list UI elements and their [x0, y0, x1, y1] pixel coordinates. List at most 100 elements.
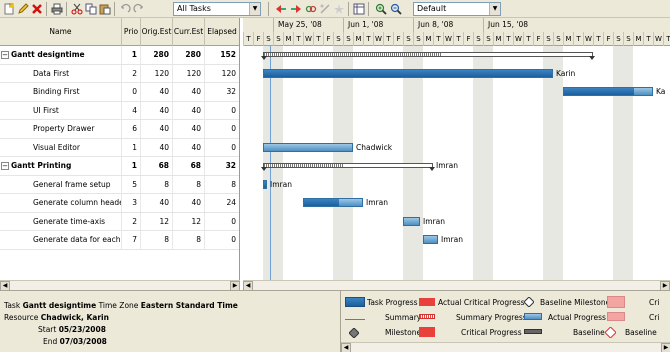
cell-name[interactable]: Generate time-axis: [0, 212, 122, 231]
cell-prio[interactable]: 2: [122, 212, 141, 231]
grid-horizontal-scrollbar[interactable]: ◀ ▶: [0, 280, 240, 291]
cell-name[interactable]: Generate column header: [0, 194, 122, 212]
cell-name[interactable]: Gantt designtime: [0, 46, 122, 64]
cell-orig[interactable]: 40: [141, 120, 173, 138]
table-row[interactable]: Data First 2 120 120 120: [0, 64, 239, 83]
cell-elapsed[interactable]: 0: [205, 231, 239, 249]
cell-orig[interactable]: 8: [141, 175, 173, 194]
scroll-right-icon[interactable]: ▶: [661, 343, 670, 352]
unlink-icon[interactable]: [318, 2, 332, 16]
scroll-left-icon[interactable]: ◀: [341, 343, 351, 352]
table-row[interactable]: Generate column header 3 40 40 24: [0, 194, 239, 213]
delete-icon[interactable]: [30, 2, 44, 16]
cell-elapsed[interactable]: 32: [205, 83, 239, 101]
cut-icon[interactable]: [70, 2, 84, 16]
chart-horizontal-scrollbar[interactable]: ◀ ▶: [243, 280, 670, 291]
cell-curr[interactable]: 40: [173, 120, 205, 138]
cell-curr[interactable]: 120: [173, 64, 205, 83]
collapse-icon[interactable]: −: [1, 162, 9, 170]
task-filter-select[interactable]: All Tasks ▼: [173, 2, 261, 16]
column-header-orig-est[interactable]: Orig.Est: [141, 18, 173, 46]
cell-elapsed[interactable]: 8: [205, 176, 239, 194]
cell-prio[interactable]: 5: [122, 175, 141, 194]
cell-name[interactable]: General frame setup: [0, 175, 122, 194]
cell-prio[interactable]: 4: [122, 101, 141, 120]
task-bar[interactable]: [263, 179, 267, 189]
table-row[interactable]: Property Drawer 6 40 40 0: [0, 120, 239, 139]
task-bar[interactable]: [263, 68, 553, 78]
cell-curr[interactable]: 40: [173, 194, 205, 212]
cell-curr[interactable]: 40: [173, 83, 205, 101]
table-row[interactable]: Gantt designtime 1 280 280 152−: [0, 46, 239, 65]
cell-name[interactable]: Binding First: [0, 83, 122, 101]
summary-bar[interactable]: [261, 163, 435, 172]
zoom-in-icon[interactable]: [374, 2, 388, 16]
cell-elapsed[interactable]: 0: [205, 213, 239, 231]
task-bar[interactable]: [263, 142, 353, 152]
cell-orig[interactable]: 8: [141, 231, 173, 249]
table-row[interactable]: UI First 4 40 40 0: [0, 101, 239, 120]
cell-prio[interactable]: 3: [122, 194, 141, 212]
cell-orig[interactable]: 40: [141, 194, 173, 212]
task-bar[interactable]: [423, 235, 438, 245]
star-icon[interactable]: [332, 2, 346, 16]
cell-name[interactable]: Visual Editor: [0, 138, 122, 157]
view-select[interactable]: Default ▼: [413, 2, 501, 16]
cell-prio[interactable]: 0: [122, 83, 141, 101]
cell-curr[interactable]: 68: [173, 157, 205, 175]
cell-curr[interactable]: 40: [173, 138, 205, 157]
cell-elapsed[interactable]: 0: [205, 139, 239, 157]
cell-curr[interactable]: 8: [173, 175, 205, 194]
link-icon[interactable]: [304, 2, 318, 16]
edit-icon[interactable]: [16, 2, 30, 16]
task-bar[interactable]: [303, 198, 363, 208]
copy-icon[interactable]: [84, 2, 98, 16]
table-row[interactable]: Visual Editor 1 40 40 0: [0, 138, 239, 157]
cell-orig[interactable]: 68: [141, 157, 173, 175]
cell-elapsed[interactable]: 120: [205, 65, 239, 83]
zoom-out-icon[interactable]: [389, 2, 403, 16]
chevron-down-icon[interactable]: ▼: [249, 3, 260, 15]
paste-icon[interactable]: [98, 2, 112, 16]
cell-prio[interactable]: 1: [122, 46, 141, 64]
column-header-name[interactable]: Name: [0, 18, 122, 46]
gantt-chart[interactable]: TFSSMTWTFSSMTWTFSSMTWTFSSMTWTFSSMTWTFSSM…: [243, 18, 670, 280]
gantt-body[interactable]: Karin Ka Chadwick Imran Imran Imran Imran Imran: [243, 46, 670, 280]
cell-elapsed[interactable]: 0: [205, 102, 239, 120]
cell-orig[interactable]: 40: [141, 138, 173, 157]
column-header-curr-est[interactable]: Curr.Est: [173, 18, 205, 46]
print-icon[interactable]: [50, 2, 64, 16]
undo-icon[interactable]: [118, 2, 132, 16]
cell-orig[interactable]: 40: [141, 101, 173, 120]
outdent-icon[interactable]: [289, 2, 303, 16]
new-icon[interactable]: [2, 2, 16, 16]
cell-name[interactable]: Generate data for each r: [0, 231, 122, 249]
columns-icon[interactable]: [352, 2, 366, 16]
cell-curr[interactable]: 12: [173, 212, 205, 231]
table-row[interactable]: Gantt Printing 1 68 68 32−: [0, 157, 239, 176]
cell-prio[interactable]: 7: [122, 231, 141, 249]
cell-elapsed[interactable]: 32: [205, 157, 239, 175]
cell-name[interactable]: Gantt Printing: [0, 157, 122, 175]
cell-name[interactable]: Property Drawer: [0, 120, 122, 138]
collapse-icon[interactable]: −: [1, 51, 9, 59]
cell-curr[interactable]: 8: [173, 231, 205, 249]
cell-orig[interactable]: 12: [141, 212, 173, 231]
cell-name[interactable]: UI First: [0, 101, 122, 120]
column-header-elapsed[interactable]: Elapsed: [205, 18, 239, 46]
redo-icon[interactable]: [132, 2, 146, 16]
cell-curr[interactable]: 280: [173, 46, 205, 64]
cell-prio[interactable]: 1: [122, 157, 141, 175]
cell-prio[interactable]: 6: [122, 120, 141, 138]
cell-curr[interactable]: 40: [173, 101, 205, 120]
indent-icon[interactable]: [274, 2, 288, 16]
cell-elapsed[interactable]: 0: [205, 120, 239, 138]
cell-prio[interactable]: 2: [122, 64, 141, 83]
table-row[interactable]: Binding First 0 40 40 32: [0, 83, 239, 102]
summary-bar[interactable]: [261, 52, 595, 61]
cell-orig[interactable]: 280: [141, 46, 173, 64]
cell-orig[interactable]: 40: [141, 83, 173, 101]
cell-name[interactable]: Data First: [0, 64, 122, 83]
cell-orig[interactable]: 120: [141, 64, 173, 83]
task-bar[interactable]: [563, 87, 653, 97]
